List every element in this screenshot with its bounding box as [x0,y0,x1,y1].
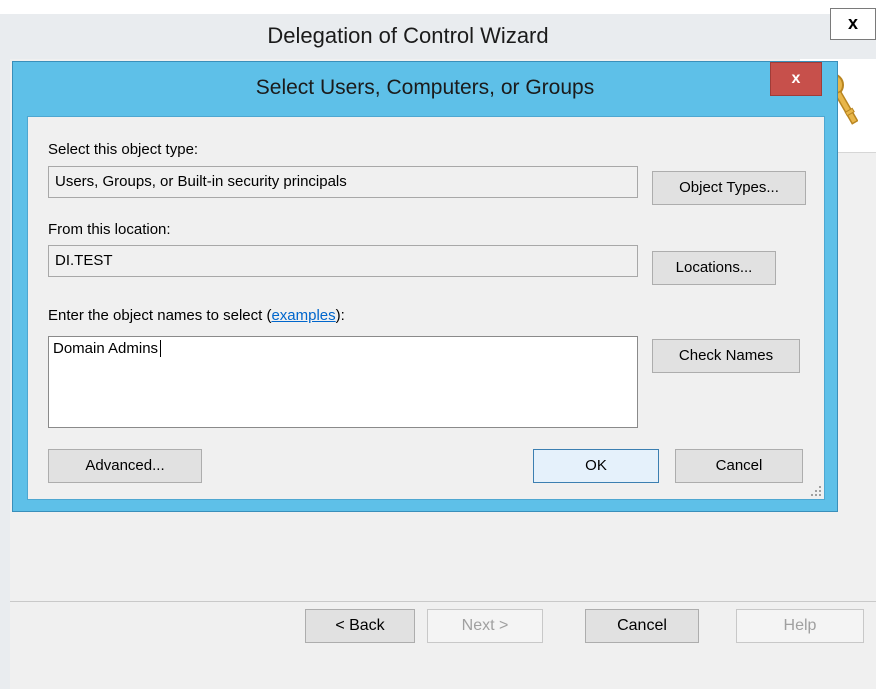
next-button[interactable]: Next > [427,609,543,643]
wizard-cancel-button[interactable]: Cancel [585,609,699,643]
wizard-titlebar: Delegation of Control Wizard [0,14,876,59]
object-names-input[interactable]: Domain Admins [48,336,638,428]
wizard-title: Delegation of Control Wizard [267,23,549,48]
check-names-button[interactable]: Check Names [652,339,800,373]
help-button[interactable]: Help [736,609,864,643]
wizard-left-frame [0,59,10,689]
dialog-close-button[interactable]: x [770,62,822,96]
select-users-dialog: Select Users, Computers, or Groups x Sel… [12,61,838,512]
location-label: From this location: [48,221,171,238]
object-names-label-suffix: ): [335,307,345,324]
examples-link[interactable]: examples [271,307,335,324]
object-types-button[interactable]: Object Types... [652,171,806,205]
ok-button[interactable]: OK [533,449,659,483]
location-field: DI.TEST [48,245,638,277]
wizard-close-button[interactable]: x [830,8,876,40]
locations-button[interactable]: Locations... [652,251,776,285]
dialog-title: Select Users, Computers, or Groups [255,76,595,99]
advanced-button[interactable]: Advanced... [48,449,202,483]
object-names-value: Domain Admins [53,340,162,357]
wizard-separator [10,601,876,602]
object-names-label: Enter the object names to select (exampl… [48,307,345,324]
dialog-cancel-button[interactable]: Cancel [675,449,803,483]
object-type-label: Select this object type: [48,141,199,158]
resize-grip-icon[interactable] [811,486,821,496]
object-type-field: Users, Groups, or Built-in security prin… [48,166,638,198]
background-window-strip [0,0,876,14]
object-names-label-prefix: Enter the object names to select ( [48,307,272,324]
dialog-client-area: Select this object type: Users, Groups, … [27,116,825,500]
back-button[interactable]: < Back [305,609,415,643]
